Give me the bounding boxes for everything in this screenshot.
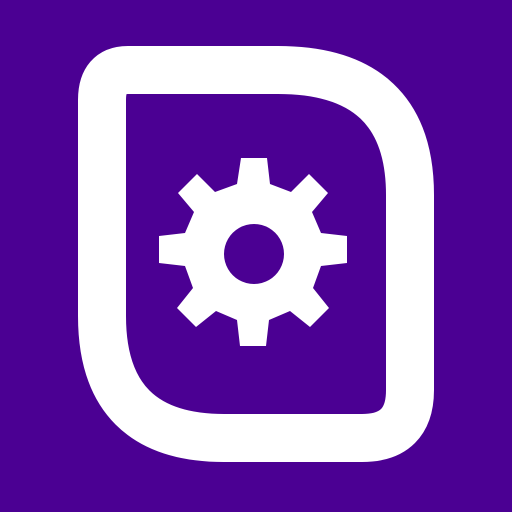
app-icon [0,0,512,512]
app-icon-graphic [0,0,512,512]
